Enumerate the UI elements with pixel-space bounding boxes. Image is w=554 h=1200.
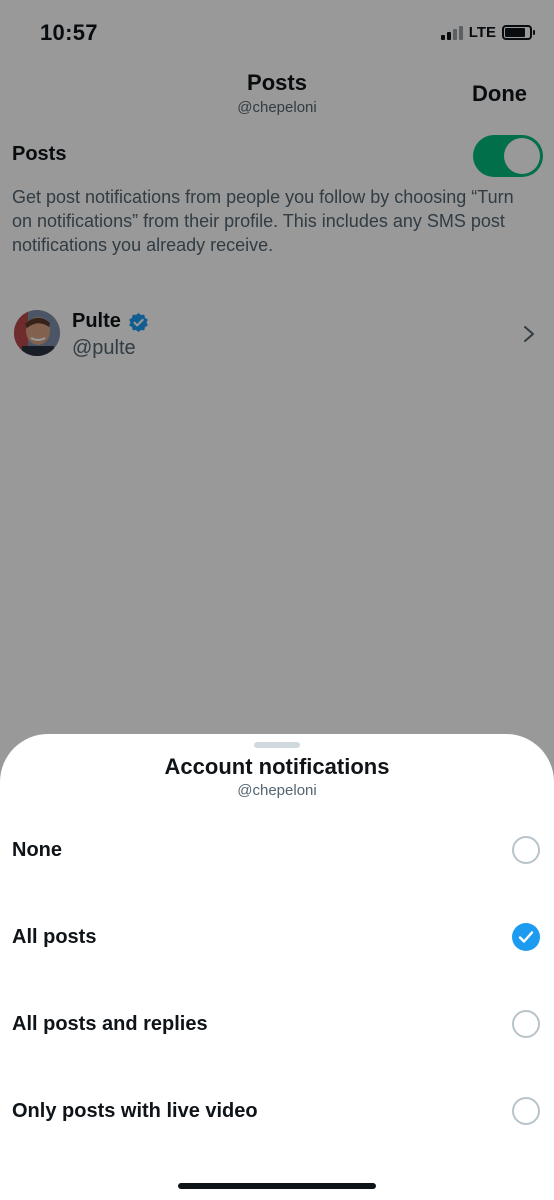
option-all-posts[interactable]: All posts bbox=[0, 907, 554, 967]
option-label: Only posts with live video bbox=[12, 1100, 258, 1122]
radio-checked-icon[interactable] bbox=[512, 923, 540, 951]
home-indicator bbox=[178, 1183, 376, 1189]
option-none[interactable]: None bbox=[0, 820, 554, 880]
sheet-grabber[interactable] bbox=[254, 742, 300, 748]
sheet-title: Account notifications bbox=[164, 754, 390, 779]
account-notifications-sheet: Account notifications @chepeloni None Al… bbox=[0, 734, 554, 1200]
radio-icon[interactable] bbox=[512, 1010, 540, 1038]
sheet-subtitle: @chepeloni bbox=[237, 782, 317, 799]
radio-icon[interactable] bbox=[512, 1097, 540, 1125]
option-label: All posts bbox=[12, 926, 97, 948]
option-label: All posts and replies bbox=[12, 1013, 208, 1035]
radio-icon[interactable] bbox=[512, 836, 540, 864]
option-live-video-only[interactable]: Only posts with live video bbox=[0, 1081, 554, 1141]
option-label: None bbox=[12, 839, 62, 861]
option-all-posts-and-replies[interactable]: All posts and replies bbox=[0, 994, 554, 1054]
